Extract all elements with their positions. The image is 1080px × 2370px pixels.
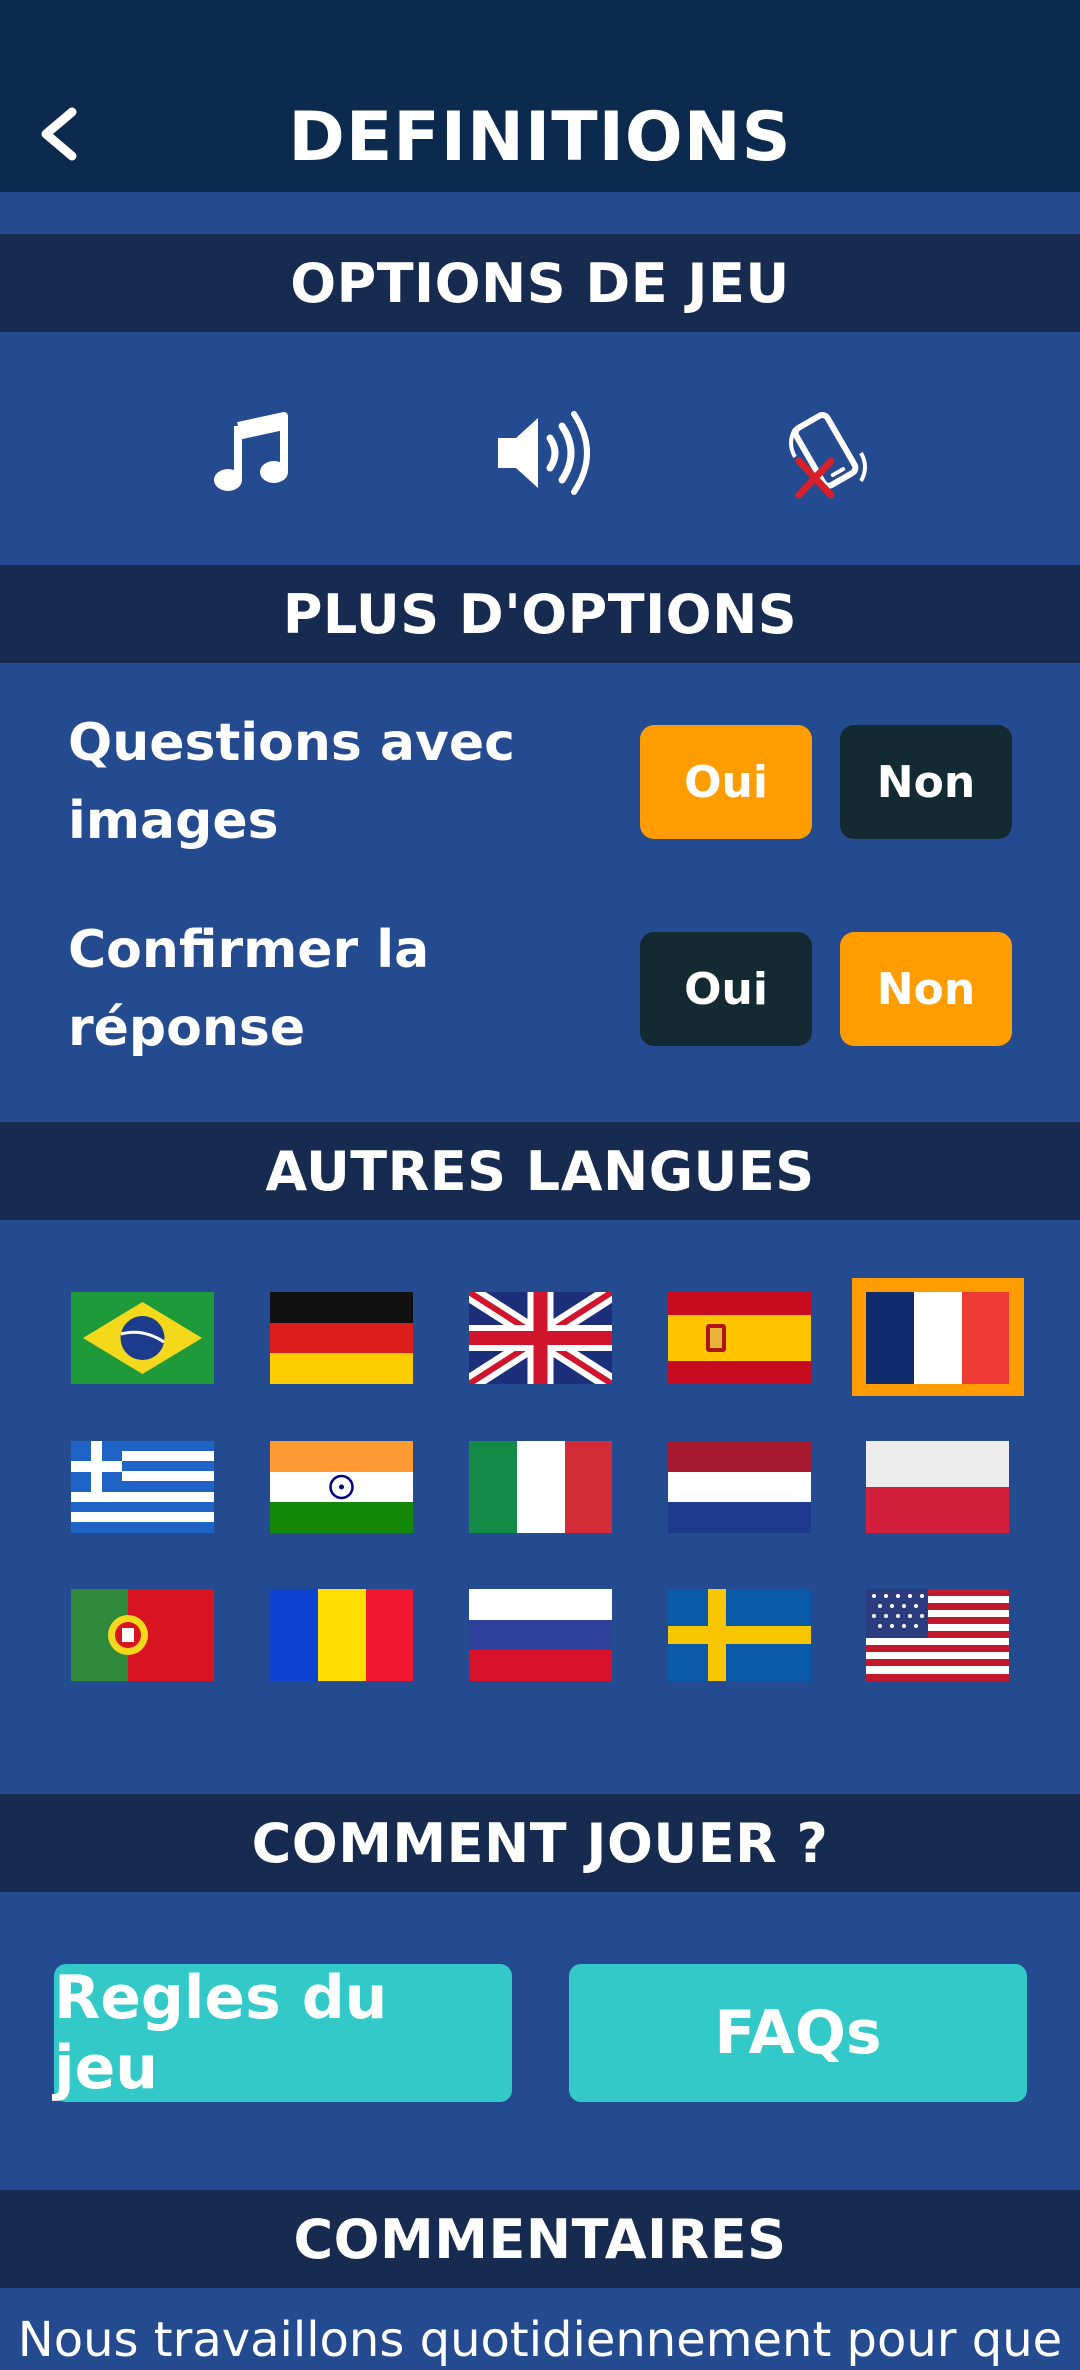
flag-netherlands[interactable] — [668, 1441, 811, 1533]
vibration-toggle[interactable] — [772, 398, 882, 508]
flag-greece[interactable] — [71, 1441, 214, 1533]
option-label-image-questions: Questions avec images — [68, 704, 588, 860]
comments-text: Nous travaillons quotidiennement pour qu… — [17, 2312, 1063, 2368]
flag-russia[interactable] — [469, 1589, 612, 1681]
flag-united-states[interactable] — [866, 1589, 1009, 1681]
image-questions-yes-button[interactable]: Oui — [640, 725, 812, 839]
flag-united-kingdom[interactable] — [469, 1292, 612, 1384]
flag-brazil[interactable] — [71, 1292, 214, 1384]
option-label-line: Questions avec — [68, 713, 516, 773]
section-header-languages: AUTRES LANGUES — [0, 1122, 1080, 1220]
flag-poland[interactable] — [866, 1441, 1009, 1533]
faqs-button[interactable]: FAQs — [569, 1964, 1027, 2102]
top-bar: DEFINITIONS — [0, 0, 1080, 192]
option-label-line: images — [68, 791, 279, 851]
section-header-comments: COMMENTAIRES — [0, 2190, 1080, 2288]
section-header-how-to-play: COMMENT JOUER ? — [0, 1794, 1080, 1892]
flag-romania[interactable] — [270, 1589, 413, 1681]
page-title: DEFINITIONS — [288, 98, 792, 177]
sound-toggle[interactable] — [487, 398, 597, 508]
flag-india[interactable] — [270, 1441, 413, 1533]
music-toggle[interactable] — [198, 398, 308, 508]
flag-italy[interactable] — [469, 1441, 612, 1533]
option-label-confirm-answer: Confirmer la réponse — [68, 911, 588, 1067]
option-label-line: réponse — [68, 998, 306, 1058]
section-header-game-options: OPTIONS DE JEU — [0, 234, 1080, 332]
flag-portugal[interactable] — [71, 1589, 214, 1681]
speaker-volume-icon — [498, 411, 590, 495]
flag-france[interactable] — [866, 1292, 1009, 1384]
confirm-answer-yes-button[interactable]: Oui — [640, 932, 812, 1046]
option-label-line: Confirmer la — [68, 920, 430, 980]
flag-germany[interactable] — [270, 1292, 413, 1384]
section-header-more-options: PLUS D'OPTIONS — [0, 565, 1080, 663]
confirm-answer-no-button[interactable]: Non — [840, 932, 1012, 1046]
image-questions-no-button[interactable]: Non — [840, 725, 1012, 839]
flag-spain[interactable] — [668, 1292, 811, 1384]
flag-sweden[interactable] — [668, 1589, 811, 1681]
vibration-off-icon — [789, 412, 867, 499]
music-note-icon — [214, 412, 288, 491]
game-rules-button[interactable]: Regles du jeu — [54, 1963, 512, 2103]
